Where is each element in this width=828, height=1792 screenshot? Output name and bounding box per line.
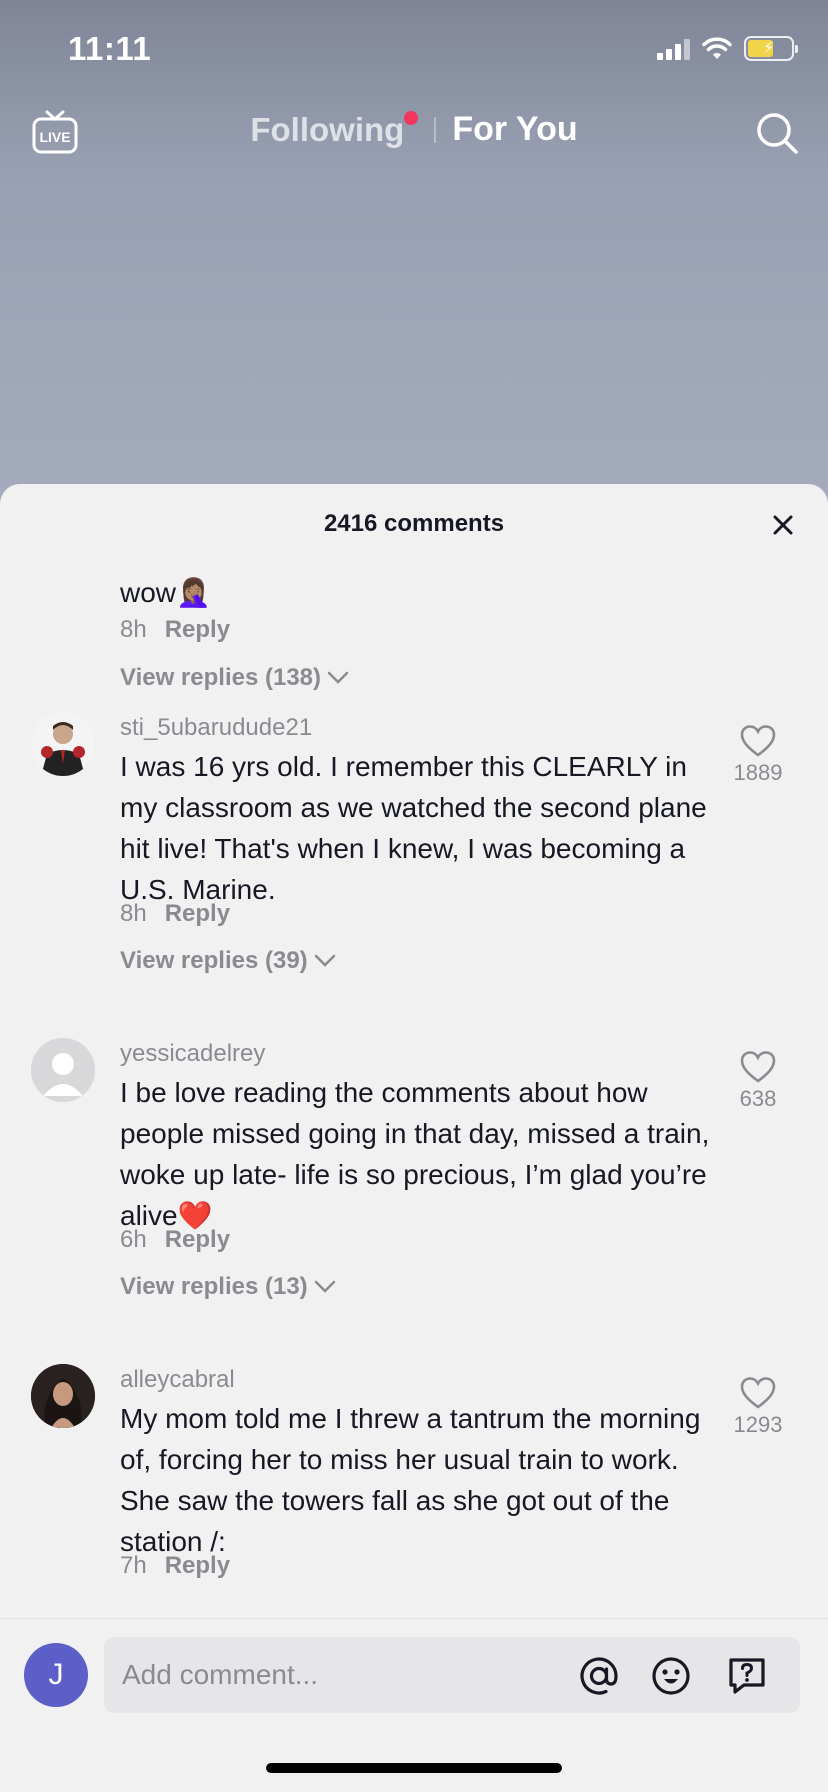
- signal-icon: [657, 38, 690, 60]
- reply-button[interactable]: Reply: [165, 616, 230, 644]
- comment-text: I was 16 yrs old. I remember this CLEARL…: [120, 751, 707, 905]
- comment-input-bar: J Add comment...: [0, 1618, 828, 1728]
- like-count: 638: [739, 1086, 777, 1111]
- notification-dot: [404, 110, 419, 125]
- heart-icon: [740, 1051, 776, 1083]
- tab-following[interactable]: Following: [250, 110, 419, 149]
- comment-count-title: 2416 comments: [323, 510, 505, 537]
- mention-icon[interactable]: [578, 1655, 620, 1697]
- close-icon[interactable]: [768, 510, 798, 540]
- tab-divider: [434, 116, 437, 143]
- comment-item: sti_5ubarudude21 I was 16 yrs old. I rem…: [0, 704, 828, 994]
- chevron-down-icon: [327, 671, 349, 684]
- like-button[interactable]: 1293: [718, 1376, 798, 1438]
- reply-button[interactable]: Reply: [165, 1226, 230, 1254]
- reply-button[interactable]: Reply: [165, 900, 230, 928]
- comment-item: yessicadelrey I be love reading the comm…: [0, 1030, 828, 1320]
- avatar[interactable]: [31, 1364, 95, 1428]
- comment-input-placeholder: Add comment...: [122, 1659, 319, 1690]
- reply-button[interactable]: Reply: [165, 1552, 230, 1580]
- chevron-down-icon: [314, 1280, 335, 1293]
- comment-item: wow🤦🏽‍♀️ 8h Reply View replies (138): [0, 564, 828, 694]
- heart-icon: [740, 1377, 776, 1409]
- view-replies-button[interactable]: View replies (39): [120, 947, 336, 975]
- user-avatar[interactable]: J: [24, 1643, 88, 1707]
- view-replies-label: View replies (138): [120, 664, 321, 691]
- view-replies-label: View replies (13): [120, 1273, 308, 1300]
- comment-text: I be love reading the comments about how…: [120, 1077, 710, 1231]
- view-replies-button[interactable]: View replies (13): [120, 1273, 336, 1301]
- comment-username[interactable]: yessicadelrey: [120, 1040, 265, 1068]
- comment-item: alleycabral My mom told me I threw a tan…: [0, 1356, 828, 1610]
- comment-text: wow🤦🏽‍♀️: [120, 577, 211, 608]
- feed-tabs: Following For You: [0, 110, 828, 149]
- comment-list[interactable]: wow🤦🏽‍♀️ 8h Reply View replies (138): [0, 564, 828, 1610]
- status-bar: 11:11 ⚡: [0, 0, 828, 100]
- comment-text: My mom told me I threw a tantrum the mor…: [120, 1403, 701, 1557]
- comment-input[interactable]: Add comment...: [104, 1637, 800, 1713]
- comment-username[interactable]: alleycabral: [120, 1366, 235, 1394]
- comment-meta: 8h Reply: [120, 900, 230, 928]
- home-indicator: [266, 1763, 562, 1773]
- question-icon[interactable]: [726, 1655, 768, 1697]
- comment-time: 8h: [120, 900, 147, 927]
- top-nav: LIVE Following For You: [0, 100, 828, 164]
- sheet-header: 2416 comments: [0, 484, 828, 564]
- avatar[interactable]: [31, 1038, 95, 1102]
- comment-meta: 6h Reply: [120, 1226, 230, 1254]
- like-count: 1293: [733, 1412, 783, 1437]
- status-icons: ⚡: [657, 36, 798, 61]
- comments-sheet: 2416 comments wow🤦🏽‍♀️ 8h Reply View rep…: [0, 484, 828, 1792]
- avatar[interactable]: [31, 712, 95, 776]
- comment-meta: 8h Reply: [120, 616, 230, 644]
- comment-meta: 7h Reply: [120, 1552, 230, 1580]
- comment-time: 6h: [120, 1226, 147, 1253]
- like-count: 1889: [733, 760, 783, 785]
- wifi-icon: [702, 36, 732, 59]
- tab-following-label: Following: [250, 110, 405, 148]
- battery-icon: ⚡: [744, 36, 798, 61]
- view-replies-label: View replies (39): [120, 947, 308, 974]
- comment-time: 7h: [120, 1552, 147, 1579]
- view-replies-button[interactable]: View replies (138): [120, 664, 349, 692]
- comment-time: 8h: [120, 616, 147, 643]
- heart-icon: [740, 725, 776, 757]
- tab-for-you[interactable]: For You: [452, 110, 577, 149]
- like-button[interactable]: 638: [718, 1050, 798, 1112]
- status-time: 11:11: [68, 30, 152, 67]
- chevron-down-icon: [314, 954, 335, 967]
- emoji-icon[interactable]: [650, 1655, 692, 1697]
- like-button[interactable]: 1889: [718, 724, 798, 786]
- comment-username[interactable]: sti_5ubarudude21: [120, 714, 312, 742]
- search-icon[interactable]: [754, 110, 800, 156]
